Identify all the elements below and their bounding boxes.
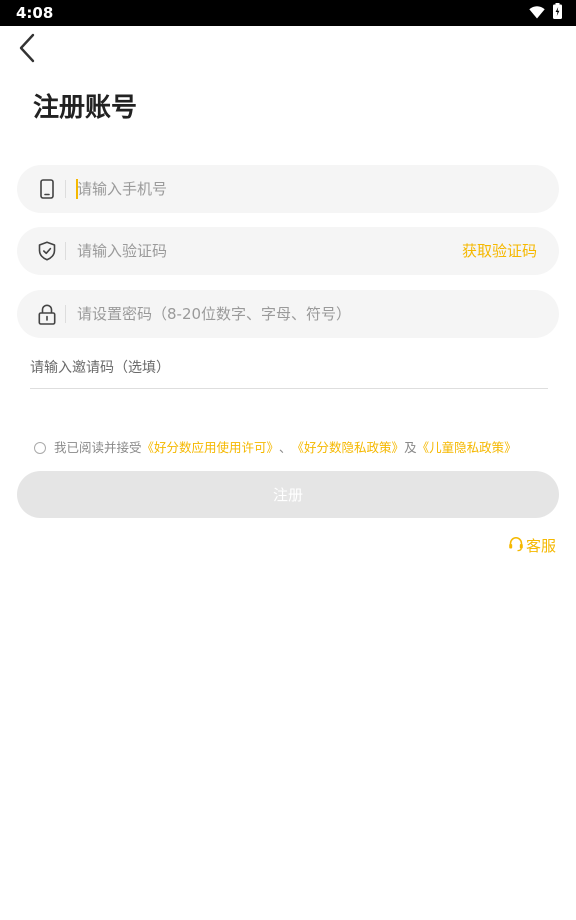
code-field: 获取验证码 [17, 227, 559, 275]
chevron-left-icon [18, 33, 36, 67]
code-input[interactable] [77, 227, 437, 275]
agreement-prefix: 我已阅读并接受 [54, 440, 142, 455]
status-icons [529, 3, 562, 23]
phone-field [17, 165, 559, 213]
child-privacy-link[interactable]: 《儿童隐私政策》 [417, 439, 517, 457]
agree-radio[interactable] [34, 442, 46, 454]
privacy-policy-link[interactable]: 《好分数隐私政策》 [292, 439, 405, 457]
battery-icon [553, 3, 562, 23]
password-input[interactable] [77, 290, 537, 338]
field-separator [65, 305, 66, 323]
phone-icon [37, 178, 57, 200]
customer-service-button[interactable]: 客服 [508, 535, 556, 556]
get-code-button[interactable]: 获取验证码 [462, 227, 537, 275]
license-link[interactable]: 《好分数应用使用许可》 [142, 439, 280, 457]
agreement-row: 我已阅读并接受 《好分数应用使用许可》 、 《好分数隐私政策》 及 《儿童隐私政… [34, 439, 517, 457]
status-bar: 4:08 [0, 0, 576, 26]
register-button[interactable]: 注册 [17, 471, 559, 518]
password-field [17, 290, 559, 338]
agreement-conjunction: 及 [404, 440, 417, 455]
lock-icon [37, 303, 57, 325]
customer-service-label: 客服 [525, 537, 556, 555]
text-caret [76, 179, 78, 199]
status-time: 4:08 [16, 4, 54, 22]
page-title: 注册账号 [33, 93, 138, 123]
field-separator [65, 242, 66, 260]
shield-check-icon [37, 240, 57, 262]
headset-icon [508, 536, 524, 556]
phone-input[interactable] [77, 165, 437, 213]
invite-code-input[interactable] [30, 348, 548, 389]
wifi-icon [529, 4, 545, 23]
field-separator [65, 180, 66, 198]
agreement-separator: 、 [279, 440, 292, 455]
back-button[interactable] [10, 32, 44, 68]
